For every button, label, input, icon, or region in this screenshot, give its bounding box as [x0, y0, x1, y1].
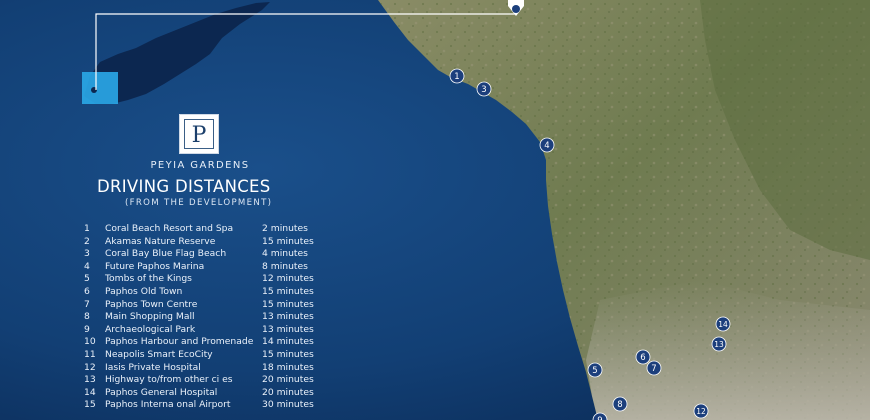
legend-place: Paphos Old Town [105, 285, 183, 297]
legend-number: 2 [84, 235, 90, 247]
legend-time: 13 minutes [262, 311, 314, 323]
legend-row: 15 Paphos Interna onal Airport 30 minutes [84, 399, 384, 412]
map-marker[interactable]: 8 [612, 396, 628, 412]
legend-place: Main Shopping Mall [105, 311, 195, 323]
legend-number: 14 [84, 386, 96, 398]
legend-number: 5 [84, 273, 90, 285]
legend-place: Paphos General Hospital [105, 386, 218, 398]
map-marker-label: 6 [640, 353, 645, 363]
legend-time: 18 minutes [262, 361, 314, 373]
legend-place: Coral Bay Blue Flag Beach [105, 248, 227, 260]
map-pin-dot [512, 5, 520, 13]
legend-row: 2 Akamas Nature Reserve 15 minutes [84, 236, 384, 249]
legend-time: 15 minutes [262, 285, 314, 297]
legend-time: 15 minutes [262, 235, 314, 247]
map-marker-label: 9 [597, 416, 602, 420]
legend-row: 3 Coral Bay Blue Flag Beach 4 minutes [84, 248, 384, 261]
legend-place: Coral Beach Resort and Spa [105, 223, 234, 234]
legend-place: Archaeological Park [105, 323, 196, 335]
legend-number: 9 [84, 323, 90, 335]
legend-time: 13 minutes [262, 323, 314, 335]
map-marker-label: 13 [714, 340, 724, 349]
legend-number: 11 [84, 348, 96, 360]
legend-row: 1 Coral Beach Resort and Spa 2 minutes [84, 223, 384, 236]
legend-row: 11 Neapolis Smart EcoCity 15 minutes [84, 349, 384, 362]
legend-place: Paphos Town Centre [105, 298, 198, 310]
legend-row: 4 Future Paphos Marina 8 minutes [84, 261, 384, 274]
map-marker-label: 5 [592, 366, 597, 376]
legend-row: 13 Highway to/from other ci es 20 minutes [84, 374, 384, 387]
legend-row: 10 Paphos Harbour and Promenade 14 minutes [84, 336, 384, 349]
legend-number: 12 [84, 361, 96, 373]
legend-place: Akamas Nature Reserve [105, 235, 216, 247]
brand-logo-frame: P [184, 119, 214, 149]
legend-place: Iasis Private Hospital [105, 361, 201, 373]
brand-logo: P [179, 114, 219, 154]
legend-time: 15 minutes [262, 348, 314, 360]
legend-time: 20 minutes [262, 386, 314, 398]
map-marker[interactable]: 7 [646, 360, 662, 376]
brand-logo-letter: P [191, 123, 207, 148]
legend-place: Paphos Harbour and Promenade [105, 336, 254, 348]
brand-name: PEYIA GARDENS [150, 160, 250, 171]
legend-place: Neapolis Smart EcoCity [105, 348, 213, 360]
legend-number: 6 [84, 285, 90, 297]
map-marker-label: 3 [481, 85, 486, 95]
legend-place: Tombs of the Kings [105, 273, 192, 285]
legend-time: 30 minutes [262, 399, 314, 411]
legend-time: 14 minutes [262, 336, 314, 348]
legend-place: Future Paphos Marina [105, 260, 205, 272]
legend-row: 6 Paphos Old Town 15 minutes [84, 286, 384, 299]
map-marker[interactable]: 13 [711, 336, 727, 352]
inset-highlight [82, 72, 118, 104]
map-marker[interactable]: 14 [715, 316, 731, 332]
legend-number: 10 [84, 336, 96, 348]
map-marker-label: 4 [544, 141, 549, 151]
legend-row: 7 Paphos Town Centre 15 minutes [84, 299, 384, 312]
legend-place: Paphos Interna onal Airport [105, 399, 231, 411]
legend-row: 8 Main Shopping Mall 13 minutes [84, 311, 384, 324]
page-subtitle: (FROM THE DEVELOPMENT) [125, 198, 273, 208]
legend-number: 3 [84, 248, 90, 260]
distance-legend: 1 Coral Beach Resort and Spa 2 minutes 2 Aka… [84, 223, 384, 412]
legend-time: 15 minutes [262, 298, 314, 310]
legend-row: 12 Iasis Private Hospital 18 minutes [84, 362, 384, 375]
legend-time: 2 minutes [262, 223, 308, 234]
map-marker[interactable]: 3 [476, 81, 492, 97]
legend-number: 15 [84, 399, 96, 411]
map-marker-label: 1 [454, 72, 459, 82]
map-marker-label: 14 [718, 320, 728, 329]
legend-row: 9 Archaeological Park 13 minutes [84, 324, 384, 337]
legend-time: 12 minutes [262, 273, 314, 285]
legend-row: 14 Paphos General Hospital 20 minutes [84, 387, 384, 400]
map-marker[interactable]: 5 [587, 362, 603, 378]
legend-number: 1 [84, 223, 90, 234]
legend-number: 4 [84, 260, 90, 272]
map-marker[interactable]: 1 [449, 68, 465, 84]
map-marker[interactable]: 12 [693, 403, 709, 419]
map-marker-label: 8 [617, 400, 622, 410]
legend-number: 13 [84, 374, 96, 386]
page-title: DRIVING DISTANCES [97, 177, 271, 196]
map-marker-label: 12 [696, 407, 706, 416]
legend-number: 7 [84, 298, 90, 310]
legend-time: 4 minutes [262, 248, 308, 260]
legend-row: 5 Tombs of the Kings 12 minutes [84, 273, 384, 286]
legend-time: 20 minutes [262, 374, 314, 386]
legend-number: 8 [84, 311, 90, 323]
map-marker[interactable]: 4 [539, 137, 555, 153]
legend-time: 8 minutes [262, 260, 308, 272]
legend-place: Highway to/from other ci es [105, 374, 233, 386]
map-marker[interactable]: 6 [635, 349, 651, 365]
map-marker-label: 7 [651, 364, 656, 374]
